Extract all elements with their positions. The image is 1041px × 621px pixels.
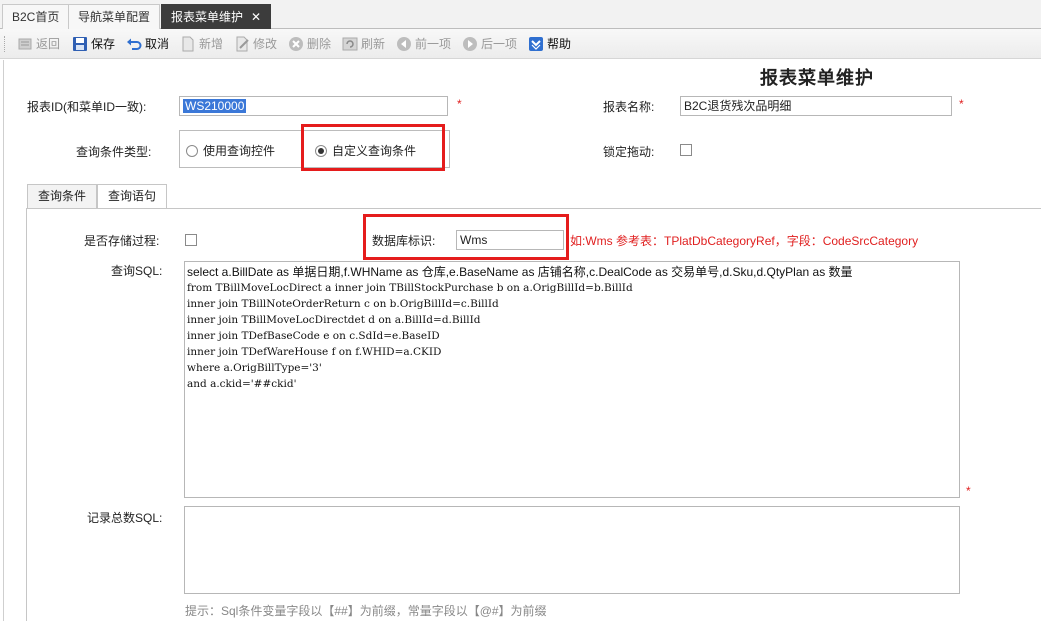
tab-report-menu-maintenance[interactable]: 报表菜单维护 ✕ xyxy=(161,4,272,29)
refresh-icon xyxy=(342,36,358,52)
tab-b2c-home[interactable]: B2C首页 xyxy=(2,4,70,29)
lock-drag-checkbox[interactable] xyxy=(680,144,692,156)
toolbar: 返回 保存 取消 新增 修改 删除 刷新 前一项 后一项 帮助 xyxy=(0,29,1041,59)
prev-label: 前一项 xyxy=(415,37,452,51)
delete-icon xyxy=(288,36,304,52)
sql-line: inner join TBillNoteOrderReturn c on b.O… xyxy=(187,298,499,310)
tab-strip: B2C首页 导航菜单配置 报表菜单维护 ✕ xyxy=(0,0,1041,29)
prev-button[interactable]: 前一项 xyxy=(396,35,451,53)
sql-line: inner join TDefBaseCode e on c.SdId=e.Ba… xyxy=(187,330,440,342)
refresh-label: 刷新 xyxy=(361,37,386,51)
sql-line: inner join TBillMoveLocDirectdet d on a.… xyxy=(187,314,481,326)
page-border xyxy=(3,60,4,621)
new-document-icon xyxy=(180,36,196,52)
tab-label: B2C首页 xyxy=(12,10,60,24)
required-mark: * xyxy=(959,97,964,111)
report-id-input[interactable]: WS210000 xyxy=(179,96,448,116)
close-icon[interactable]: ✕ xyxy=(251,10,261,24)
sql-label: 查询SQL: xyxy=(111,264,163,278)
toolbar-grip xyxy=(4,36,7,52)
save-button[interactable]: 保存 xyxy=(72,35,115,53)
add-button[interactable]: 新增 xyxy=(180,35,223,53)
delete-label: 删除 xyxy=(307,37,332,51)
highlight-box-custom-query xyxy=(301,124,445,171)
sql-line: where a.OrigBillType='3' xyxy=(187,362,322,374)
hint-text: 提示：Sql条件变量字段以【##】为前缀，常量字段以【@#】为前缀 xyxy=(185,604,547,618)
report-id-label: 报表ID(和菜单ID一致): xyxy=(27,100,147,114)
tab-label: 查询条件 xyxy=(38,189,87,203)
db-tag-hint: 如:Wms 参考表：TPlatDbCategoryRef，字段：CodeSrcC… xyxy=(570,234,919,248)
stored-proc-checkbox[interactable] xyxy=(185,234,197,246)
delete-button[interactable]: 删除 xyxy=(288,35,331,53)
sql-textarea[interactable]: select a.BillDate as 单据日期,f.WHName as 仓库… xyxy=(184,261,960,498)
tab-query-statement[interactable]: 查询语句 xyxy=(97,184,168,209)
undo-icon xyxy=(126,36,142,52)
radio-dot xyxy=(186,144,198,157)
save-label: 保存 xyxy=(91,37,116,51)
cancel-label: 取消 xyxy=(145,37,170,51)
add-label: 新增 xyxy=(199,37,224,51)
save-icon xyxy=(72,36,88,52)
query-type-label: 查询条件类型: xyxy=(76,145,152,159)
sql-line: select a.BillDate as 单据日期,f.WHName as 仓库… xyxy=(187,265,853,279)
radio-label: 使用查询控件 xyxy=(203,144,276,158)
tab-panel-border-left xyxy=(26,208,27,621)
arrow-left-icon xyxy=(396,36,412,52)
tab-label: 导航菜单配置 xyxy=(78,10,151,24)
tab-nav-menu-config[interactable]: 导航菜单配置 xyxy=(68,4,161,29)
back-icon xyxy=(17,36,33,52)
report-name-label: 报表名称: xyxy=(603,100,655,114)
tab-panel-border xyxy=(26,208,1041,209)
back-label: 返回 xyxy=(36,37,61,51)
help-label: 帮助 xyxy=(547,37,572,51)
cancel-button[interactable]: 取消 xyxy=(126,35,169,53)
help-icon xyxy=(528,36,544,52)
arrow-right-icon xyxy=(462,36,478,52)
report-name-input[interactable]: B2C退货残次品明细 xyxy=(680,96,952,116)
edit-icon xyxy=(234,36,250,52)
tab-label: 查询语句 xyxy=(108,189,157,203)
report-name-value: B2C退货残次品明细 xyxy=(684,99,792,113)
sql-content: select a.BillDate as 单据日期,f.WHName as 仓库… xyxy=(185,262,959,392)
tab-query-conditions[interactable]: 查询条件 xyxy=(27,184,98,208)
radio-use-query-control[interactable]: 使用查询控件 xyxy=(186,142,275,159)
report-id-value: WS210000 xyxy=(183,99,247,113)
count-sql-textarea[interactable] xyxy=(184,506,960,594)
refresh-button[interactable]: 刷新 xyxy=(342,35,385,53)
tab-label: 报表菜单维护 xyxy=(171,10,244,24)
highlight-box-db-tag xyxy=(363,214,569,260)
back-button[interactable]: 返回 xyxy=(17,35,60,53)
page-title: 报表菜单维护 xyxy=(760,68,874,89)
next-label: 后一项 xyxy=(481,37,518,51)
help-button[interactable]: 帮助 xyxy=(528,35,571,53)
lock-drag-label: 锁定拖动: xyxy=(603,145,655,159)
sql-line: and a.ckid='##ckid' xyxy=(187,378,297,390)
count-sql-label: 记录总数SQL: xyxy=(87,511,163,525)
edit-label: 修改 xyxy=(253,37,278,51)
required-mark: * xyxy=(457,97,462,111)
next-button[interactable]: 后一项 xyxy=(462,35,517,53)
sql-line: inner join TDefWareHouse f on f.WHID=a.C… xyxy=(187,346,442,358)
sql-line: from TBillMoveLocDirect a inner join TBi… xyxy=(187,282,633,294)
edit-button[interactable]: 修改 xyxy=(234,35,277,53)
required-mark: * xyxy=(966,484,971,498)
stored-proc-label: 是否存储过程: xyxy=(84,234,160,248)
